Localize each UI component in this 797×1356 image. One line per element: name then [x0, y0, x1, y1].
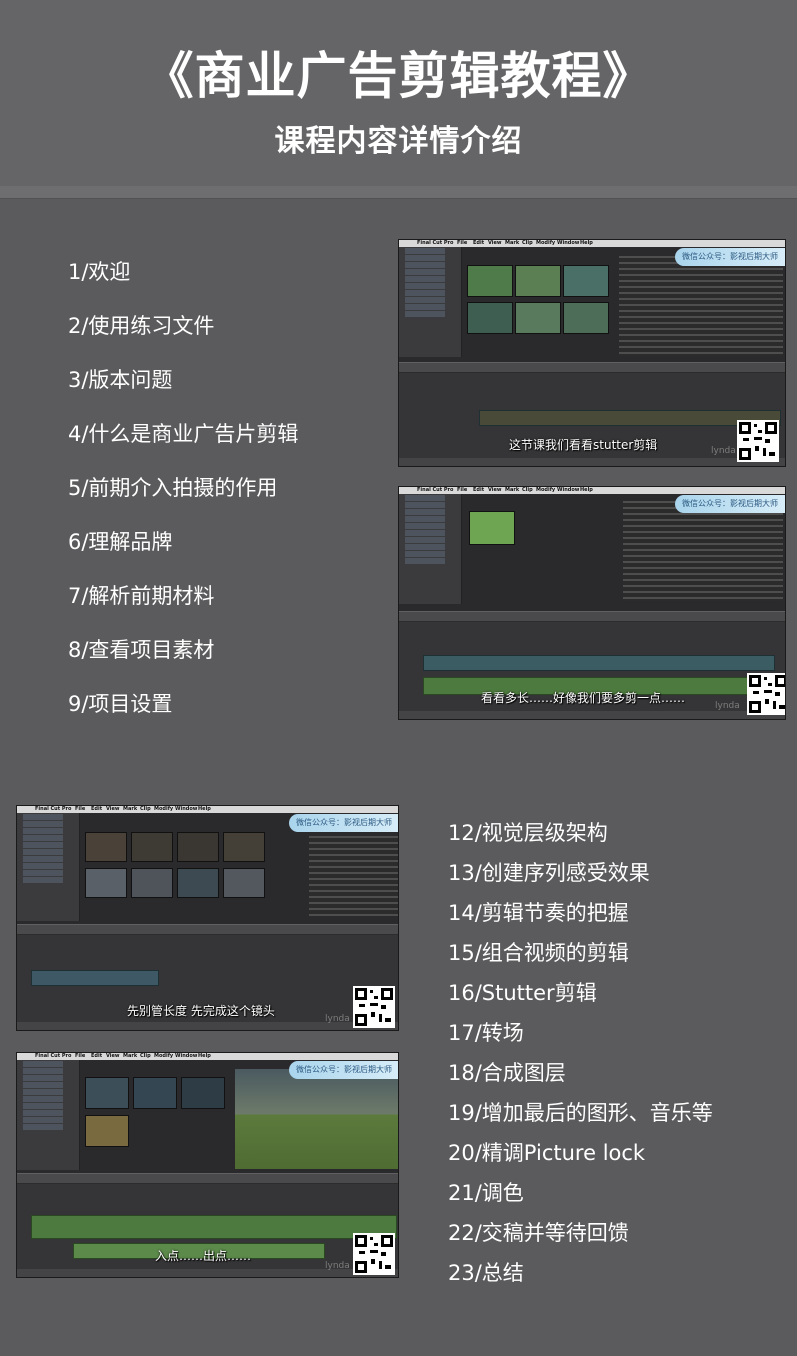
lesson-item: 16/Stutter剪辑 [448, 981, 597, 1005]
event-library [17, 1060, 80, 1170]
lynda-watermark: lynda [715, 701, 740, 711]
clip-thumbnail [131, 868, 173, 898]
status-bar [399, 458, 785, 466]
lesson-item: 18/合成图层 [448, 1061, 566, 1085]
qr-code-icon [353, 986, 395, 1028]
clip-thumbnail [467, 265, 513, 297]
lesson-item: 12/视觉层级架构 [448, 821, 608, 845]
lynda-watermark: lynda [711, 446, 736, 456]
audio-track [31, 1215, 397, 1239]
wechat-watermark: 微信公众号：影视后期大师 [675, 248, 785, 266]
lesson-item: 22/交稿并等待回馈 [448, 1221, 629, 1245]
qr-code-icon [747, 673, 785, 715]
lesson-item: 1/欢迎 [68, 260, 131, 284]
clip-thumbnail [515, 302, 561, 334]
app-toolbar [399, 611, 785, 622]
lesson-item: 3/版本问题 [68, 368, 173, 392]
qr-code-icon [737, 420, 779, 462]
lesson-item: 2/使用练习文件 [68, 314, 215, 338]
video-viewer [623, 501, 783, 601]
clip-thumbnail [563, 265, 609, 297]
event-library [399, 494, 462, 604]
clip-thumbnail [467, 302, 513, 334]
app-menubar: Final Cut Pro File Edit View Mark Clip M… [17, 1053, 398, 1060]
clip-thumbnail [85, 1077, 129, 1109]
clip-thumbnail [563, 302, 609, 334]
clip-thumbnail [85, 868, 127, 898]
screenshot-soccer-edit: Final Cut Pro File Edit View Mark Clip M… [16, 1052, 399, 1278]
clip-thumbnail [223, 832, 265, 862]
app-menubar: Final Cut Pro File Edit View Mark Clip M… [17, 806, 398, 813]
clip-thumbnail [223, 868, 265, 898]
wechat-watermark: 微信公众号：影视后期大师 [675, 495, 785, 513]
event-library [17, 813, 80, 921]
header-banner: 《商业广告剪辑教程》 课程内容详情介绍 [0, 0, 797, 186]
clip-thumbnail [515, 265, 561, 297]
clip-thumbnail [133, 1077, 177, 1109]
lynda-watermark: lynda [325, 1261, 350, 1271]
video-viewer [235, 1069, 398, 1169]
clip-thumbnail [469, 511, 515, 545]
lesson-item: 19/增加最后的图形、音乐等 [448, 1101, 713, 1125]
video-track [423, 655, 775, 671]
app-menubar: Final Cut Pro File Edit View Mark Clip M… [399, 240, 785, 247]
clip-thumbnail [131, 832, 173, 862]
lesson-item: 13/创建序列感受效果 [448, 861, 650, 885]
screenshot-sequence-edit: Final Cut Pro File Edit View Mark Clip M… [16, 805, 399, 1031]
wechat-watermark: 微信公众号：影视后期大师 [289, 814, 398, 832]
clip-thumbnail [85, 1115, 129, 1147]
lesson-item: 7/解析前期材料 [68, 584, 215, 608]
screenshot-stairs-edit: Final Cut Pro File Edit View Mark Clip M… [398, 486, 786, 720]
lesson-item: 20/精调Picture lock [448, 1141, 646, 1165]
lesson-item: 15/组合视频的剪辑 [448, 941, 629, 965]
header-divider [0, 186, 797, 199]
lesson-item: 8/查看项目素材 [68, 638, 215, 662]
app-menubar: Final Cut Pro File Edit View Mark Clip M… [399, 487, 785, 494]
lynda-watermark: lynda [325, 1014, 350, 1024]
clip-thumbnail [181, 1077, 225, 1109]
lesson-item: 9/项目设置 [68, 692, 173, 716]
event-library [399, 247, 462, 357]
status-bar [399, 711, 785, 719]
video-caption: 入点……出点…… [155, 1249, 252, 1263]
video-viewer [309, 836, 398, 916]
clip-thumbnail [177, 868, 219, 898]
clip-thumbnail [177, 832, 219, 862]
screenshot-stutter-edit: Final Cut Pro File Edit View Mark Clip M… [398, 239, 786, 467]
video-viewer [619, 256, 783, 356]
lesson-item: 14/剪辑节奏的把握 [448, 901, 629, 925]
wechat-watermark: 微信公众号：影视后期大师 [289, 1061, 398, 1079]
app-toolbar [17, 1173, 398, 1184]
lesson-item: 4/什么是商业广告片剪辑 [68, 422, 299, 446]
video-caption: 看看多长……好像我们要多剪一点…… [481, 691, 686, 705]
lesson-item: 17/转场 [448, 1021, 524, 1045]
video-track [479, 410, 781, 426]
lesson-item: 6/理解品牌 [68, 530, 173, 554]
qr-code-icon [353, 1233, 395, 1275]
app-toolbar [399, 362, 785, 373]
page-subtitle: 课程内容详情介绍 [274, 124, 523, 159]
lesson-item: 5/前期介入拍摄的作用 [68, 476, 278, 500]
page-title: 《商业广告剪辑教程》 [143, 47, 654, 105]
lesson-item: 21/调色 [448, 1181, 524, 1205]
clip-thumbnail [85, 832, 127, 862]
video-caption: 这节课我们看看stutter剪辑 [509, 438, 658, 452]
lesson-item: 23/总结 [448, 1261, 524, 1285]
video-caption: 先别管长度 先完成这个镜头 [127, 1004, 275, 1018]
video-track [31, 970, 159, 986]
app-toolbar [17, 924, 398, 935]
